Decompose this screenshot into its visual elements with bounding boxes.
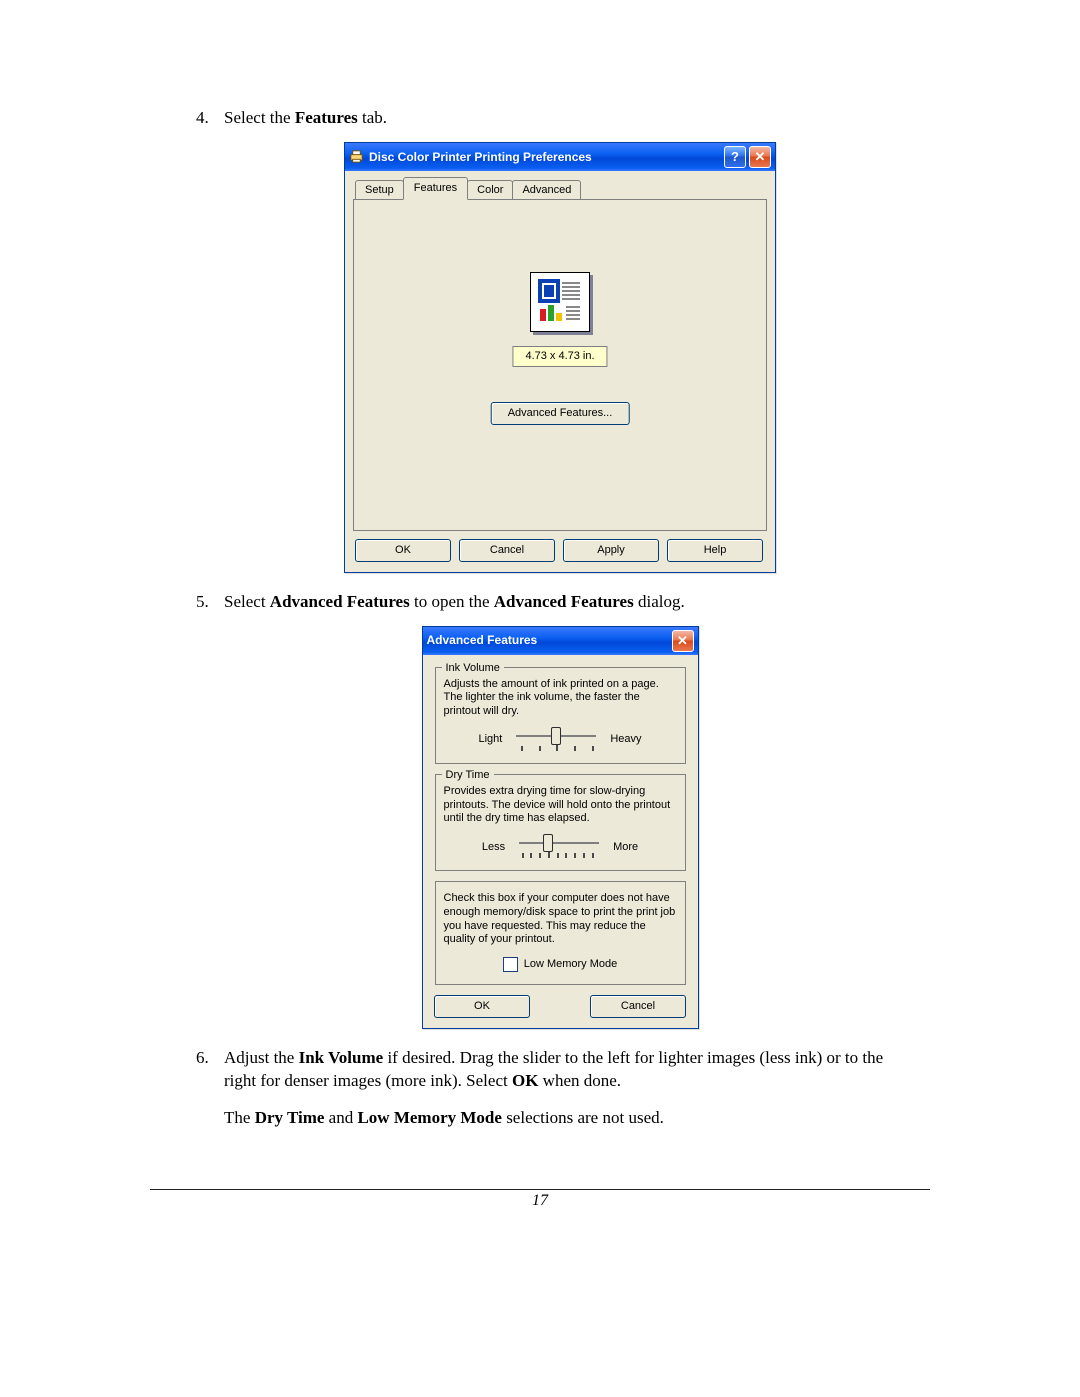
tab-setup[interactable]: Setup [355, 180, 404, 200]
step-number: 5. [196, 591, 209, 614]
step-6: 6. Adjust the Ink Volume if desired. Dra… [196, 1047, 896, 1130]
cancel-button[interactable]: Cancel [459, 539, 555, 562]
step-4: 4. Select the Features tab. [196, 107, 896, 573]
advanced-features-button[interactable]: Advanced Features... [491, 402, 630, 425]
cancel-button[interactable]: Cancel [590, 995, 686, 1018]
tab-features[interactable]: Features [403, 177, 468, 200]
dialog-button-row: OK Cancel Apply Help [353, 531, 767, 564]
media-size-label: 4.73 x 4.73 in. [512, 346, 607, 367]
titlebar: Advanced Features ✕ [423, 627, 698, 655]
step-number: 4. [196, 107, 209, 130]
group-description: Adjusts the amount of ink printed on a p… [444, 678, 677, 719]
printing-preferences-dialog: Disc Color Printer Printing Preferences … [344, 142, 776, 573]
ok-button[interactable]: OK [434, 995, 530, 1018]
ink-volume-slider-row: Light Heavy [444, 729, 677, 751]
dialog-title: Disc Color Printer Printing Preferences [369, 149, 592, 165]
dry-time-slider-row: Less [444, 836, 677, 858]
group-description: Check this box if your computer does not… [444, 892, 677, 947]
help-button[interactable]: Help [667, 539, 763, 562]
low-memory-checkbox-row: Low Memory Mode [444, 957, 677, 972]
printer-icon [349, 149, 364, 164]
tab-strip: Setup Features Color Advanced [353, 177, 767, 199]
footer-rule [150, 1189, 930, 1190]
checkbox-label: Low Memory Mode [524, 957, 618, 972]
step-text: Adjust the Ink Volume if desired. Drag t… [224, 1048, 883, 1090]
ink-volume-group: Ink Volume Adjusts the amount of ink pri… [435, 667, 686, 764]
step-number: 6. [196, 1047, 209, 1070]
group-legend: Dry Time [442, 768, 494, 783]
dialog-body: Ink Volume Adjusts the amount of ink pri… [423, 655, 698, 1028]
step-5: 5. Select Advanced Features to open the … [196, 591, 896, 1029]
tab-color[interactable]: Color [467, 180, 513, 200]
ink-volume-slider[interactable] [516, 729, 596, 751]
help-button[interactable]: ? [724, 146, 746, 168]
dialog-body: Setup Features Color Advanced [345, 171, 775, 572]
slider-left-label: Light [478, 732, 502, 747]
low-memory-group: Check this box if your computer does not… [435, 881, 686, 985]
document-page: 4. Select the Features tab. [0, 0, 1080, 1397]
slider-left-label: Less [482, 840, 505, 855]
instruction-list: 4. Select the Features tab. [196, 107, 896, 1130]
tab-page: 4.73 x 4.73 in. Advanced Features... [353, 199, 767, 531]
slider-right-label: Heavy [610, 732, 641, 747]
slider-right-label: More [613, 840, 638, 855]
dialog-title: Advanced Features [427, 632, 538, 648]
page-number: 17 [0, 1192, 1080, 1210]
tab-advanced[interactable]: Advanced [512, 180, 581, 200]
titlebar: Disc Color Printer Printing Preferences … [345, 143, 775, 171]
close-button[interactable]: ✕ [672, 630, 694, 652]
dialog-button-row: OK Cancel [429, 995, 692, 1018]
content-column: 4. Select the Features tab. [196, 107, 896, 1142]
low-memory-checkbox[interactable] [503, 957, 518, 972]
close-button[interactable]: ✕ [749, 146, 771, 168]
media-preview-icon [530, 272, 590, 332]
advanced-features-dialog: Advanced Features ✕ Ink Volume Adjusts t… [422, 626, 699, 1029]
dry-time-slider[interactable] [519, 836, 599, 858]
group-legend: Ink Volume [442, 661, 504, 676]
step-text: Select the Features tab. [224, 108, 387, 127]
apply-button[interactable]: Apply [563, 539, 659, 562]
ok-button[interactable]: OK [355, 539, 451, 562]
step-note: The Dry Time and Low Memory Mode selecti… [224, 1108, 664, 1127]
group-description: Provides extra drying time for slow-dryi… [444, 785, 677, 826]
step-text: Select Advanced Features to open the Adv… [224, 592, 685, 611]
dry-time-group: Dry Time Provides extra drying time for … [435, 774, 686, 871]
